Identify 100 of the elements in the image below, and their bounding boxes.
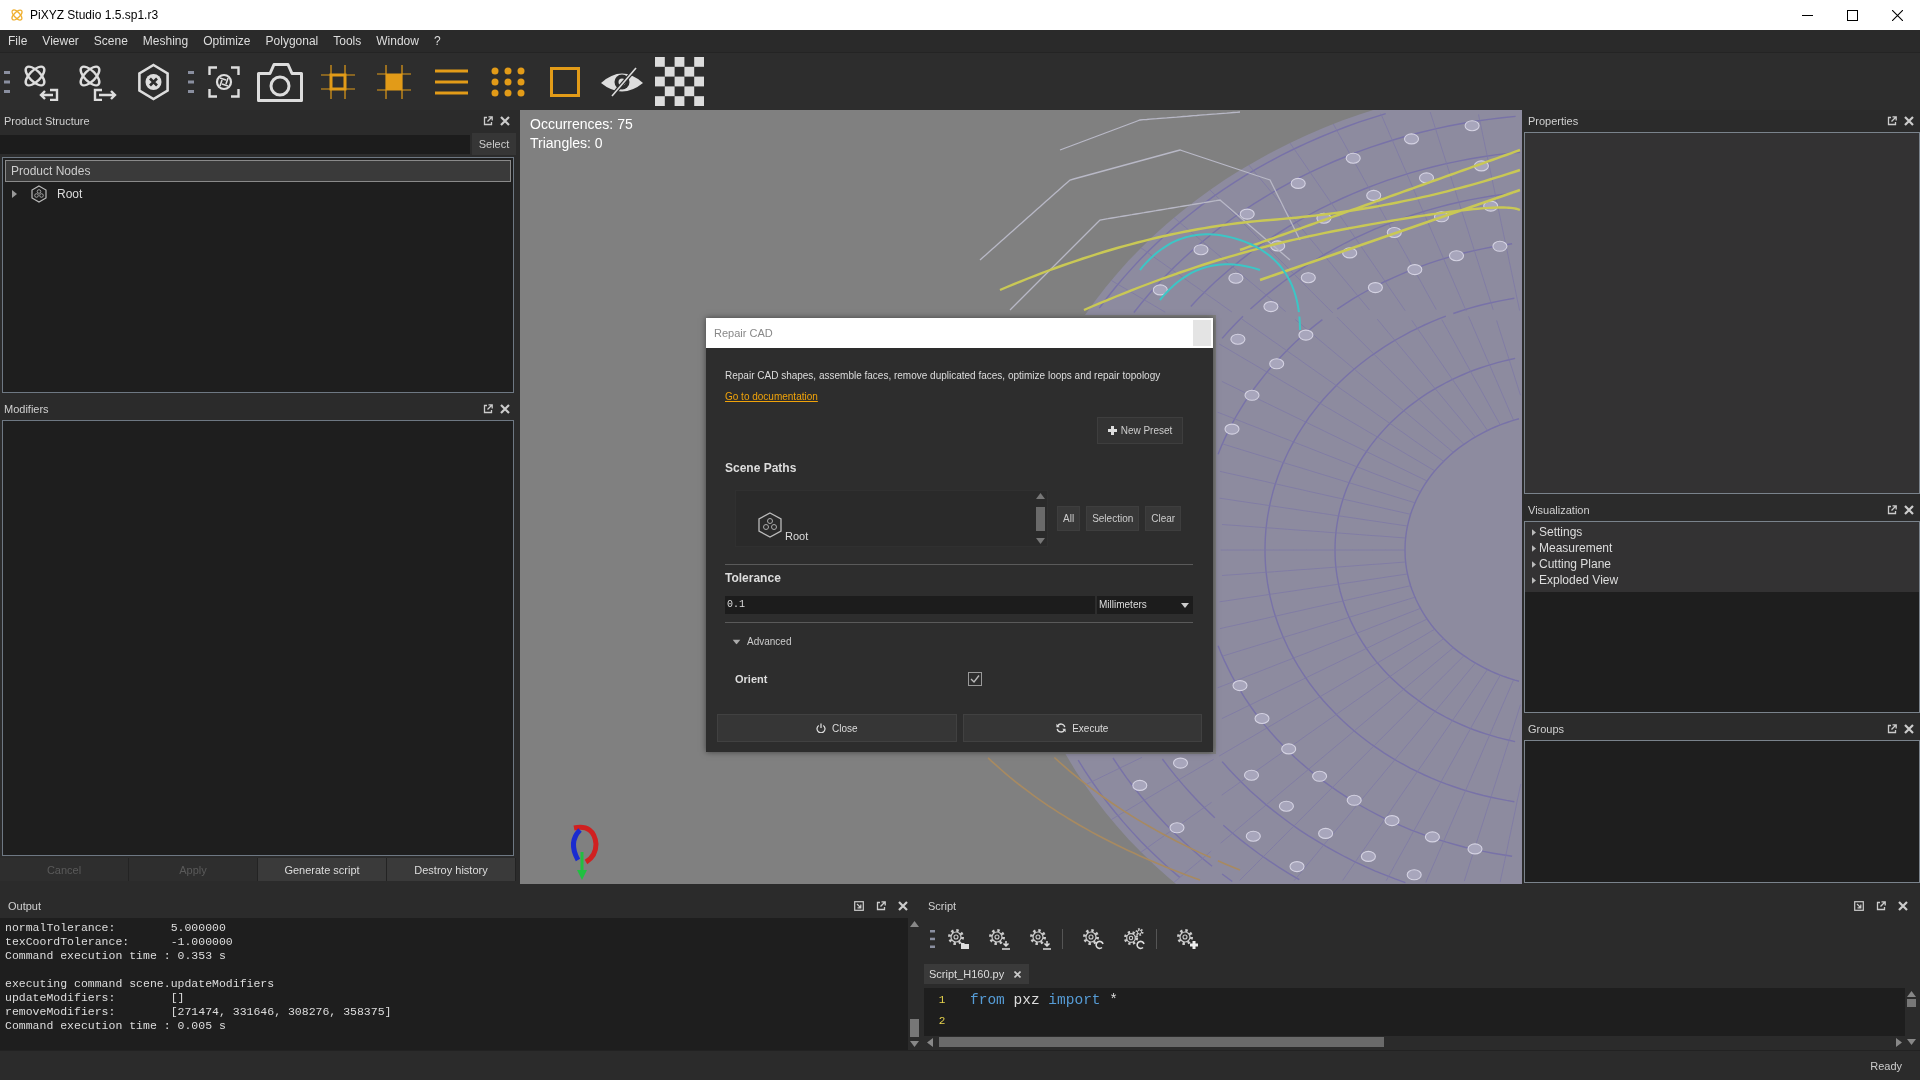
dialog-button[interactable]: Close [717, 714, 957, 742]
section-label: Scene Paths [725, 461, 797, 475]
select-button[interactable]: Select [472, 133, 516, 155]
scroll-left-icon[interactable] [927, 1037, 933, 1047]
menu-item[interactable]: Polygonal [259, 32, 325, 50]
section-label: Tolerance [725, 571, 781, 585]
output-line: updateModifiers: [] [5, 991, 186, 1005]
gear-folder-icon[interactable] [947, 928, 969, 950]
knot-export-icon[interactable] [76, 62, 117, 101]
dots-grid-icon[interactable] [491, 66, 525, 97]
output-line: texCoordTolerance: -1.000000 [5, 935, 234, 949]
hash-square-icon[interactable] [321, 64, 355, 99]
new-preset-button[interactable]: New Preset [1097, 417, 1183, 444]
panel-title: Visualization [1528, 504, 1590, 516]
grip-handle-icon[interactable] [930, 930, 935, 948]
scroll-right-icon[interactable] [1896, 1037, 1902, 1047]
gear-refresh-icon[interactable] [1082, 928, 1104, 950]
code-editor[interactable]: 1 from pxz import * 2 [924, 988, 1918, 1048]
lines-icon[interactable] [435, 68, 468, 95]
scrollbar-thumb[interactable] [939, 1037, 1384, 1047]
output-line: removeModifiers: [271474, 331646, 308276, 358375] [5, 1005, 393, 1019]
grip-handle-icon[interactable] [188, 70, 194, 93]
knot-import-icon[interactable] [21, 62, 59, 101]
caret-icon[interactable] [12, 190, 17, 198]
window-title: PiXYZ Studio 1.5.sp1.r3 [30, 8, 159, 22]
dialog-button[interactable]: Execute [962, 714, 1202, 742]
hexagon-x-icon[interactable] [137, 62, 170, 101]
panel-dock-icon[interactable] [854, 901, 864, 911]
undock-icon[interactable] [483, 116, 493, 126]
menu-item[interactable]: Window [370, 32, 425, 50]
maximize-icon[interactable] [1847, 9, 1858, 21]
scene-path-button[interactable]: Selection [1086, 506, 1140, 531]
output-line: Command execution time : 0.353 s [5, 949, 227, 963]
grip-handle-icon[interactable] [4, 70, 10, 93]
plus-icon [1107, 426, 1117, 435]
undock-icon[interactable] [1887, 116, 1897, 126]
menu-item[interactable]: Meshing [136, 32, 195, 50]
viewport-stat: Occurrences: 75 [530, 115, 633, 134]
hexagon-node-icon [31, 185, 47, 203]
gears-refresh-icon[interactable] [1123, 928, 1145, 950]
minimize-icon[interactable] [1802, 14, 1813, 16]
visualization-item[interactable]: Settings [1525, 524, 1919, 540]
scrollbar-thumb[interactable] [1036, 506, 1045, 531]
close-icon[interactable] [1892, 9, 1903, 21]
scroll-down-icon[interactable] [1907, 1039, 1916, 1045]
scroll-up-icon[interactable] [1907, 991, 1916, 997]
menu-item[interactable]: ? [427, 32, 447, 50]
scroll-down-icon[interactable] [909, 1041, 919, 1047]
scene-path-item[interactable]: Root [785, 530, 809, 542]
menu-item[interactable]: Viewer [36, 32, 85, 50]
gear-download-icon[interactable] [1029, 928, 1051, 950]
camera-icon[interactable] [256, 60, 304, 103]
undock-icon[interactable] [1887, 505, 1897, 515]
dialog-description: Repair CAD shapes, assemble faces, remove duplicated faces, optimize loops and repair topology [725, 369, 1162, 383]
scrollbar-thumb[interactable] [1907, 999, 1916, 1007]
panel-dock-icon[interactable] [1854, 901, 1864, 911]
power-icon [815, 723, 826, 733]
panel-title: Product Structure [4, 115, 90, 127]
undock-icon[interactable] [1887, 724, 1897, 734]
visualization-item[interactable]: Cutting Plane [1525, 556, 1919, 572]
scene-path-button[interactable]: Clear [1145, 506, 1182, 531]
modifier-button[interactable]: Destroy history [387, 858, 516, 881]
advanced-toggle[interactable]: Advanced [734, 636, 792, 647]
menu-item[interactable]: Tools [327, 32, 368, 50]
scroll-down-icon[interactable] [1036, 538, 1045, 544]
3d-viewport[interactable] [520, 110, 1522, 884]
undock-icon[interactable] [1876, 901, 1886, 911]
scroll-up-icon[interactable] [1036, 493, 1045, 499]
undock-icon[interactable] [876, 901, 886, 911]
panel-title: Output [8, 900, 42, 912]
modifier-button[interactable]: Generate script [258, 858, 387, 881]
checkerboard-icon[interactable] [655, 57, 704, 106]
focus-frame-icon[interactable] [208, 65, 240, 98]
tolerance-field[interactable]: 0.1 [725, 596, 1095, 614]
panel-title: Modifiers [4, 403, 49, 415]
unit-dropdown[interactable]: Millimeters [1097, 596, 1193, 614]
scrollbar-thumb[interactable] [909, 1019, 919, 1037]
square-outline-icon[interactable] [550, 66, 580, 97]
filled-square-icon[interactable] [377, 64, 411, 99]
line-number: 2 [937, 1014, 947, 1027]
dialog-title: Repair CAD [714, 327, 773, 339]
orient-checkbox[interactable] [968, 672, 982, 686]
code-line: from pxz import * [970, 991, 1118, 1008]
scroll-up-icon[interactable] [909, 921, 919, 927]
gear-download-icon[interactable] [988, 928, 1010, 950]
tree-item[interactable]: Root [5, 182, 511, 206]
tree-header: Product Nodes [5, 160, 511, 182]
script-tab[interactable]: Script_H160.py [924, 964, 1030, 984]
menu-item[interactable]: Scene [87, 32, 134, 50]
undock-icon[interactable] [483, 404, 493, 414]
documentation-link[interactable]: Go to documentation [725, 391, 818, 402]
dropdown-caret-icon [1181, 602, 1189, 608]
eye-slash-icon[interactable] [600, 66, 644, 97]
visualization-item[interactable]: Exploded View [1525, 572, 1919, 588]
output-line: Command execution time : 0.005 s [5, 1019, 227, 1033]
gear-plus-icon[interactable] [1176, 928, 1198, 950]
visualization-item[interactable]: Measurement [1525, 540, 1919, 556]
menu-item[interactable]: File [2, 32, 34, 50]
scene-path-button[interactable]: All [1057, 506, 1081, 531]
menu-item[interactable]: Optimize [197, 32, 257, 50]
